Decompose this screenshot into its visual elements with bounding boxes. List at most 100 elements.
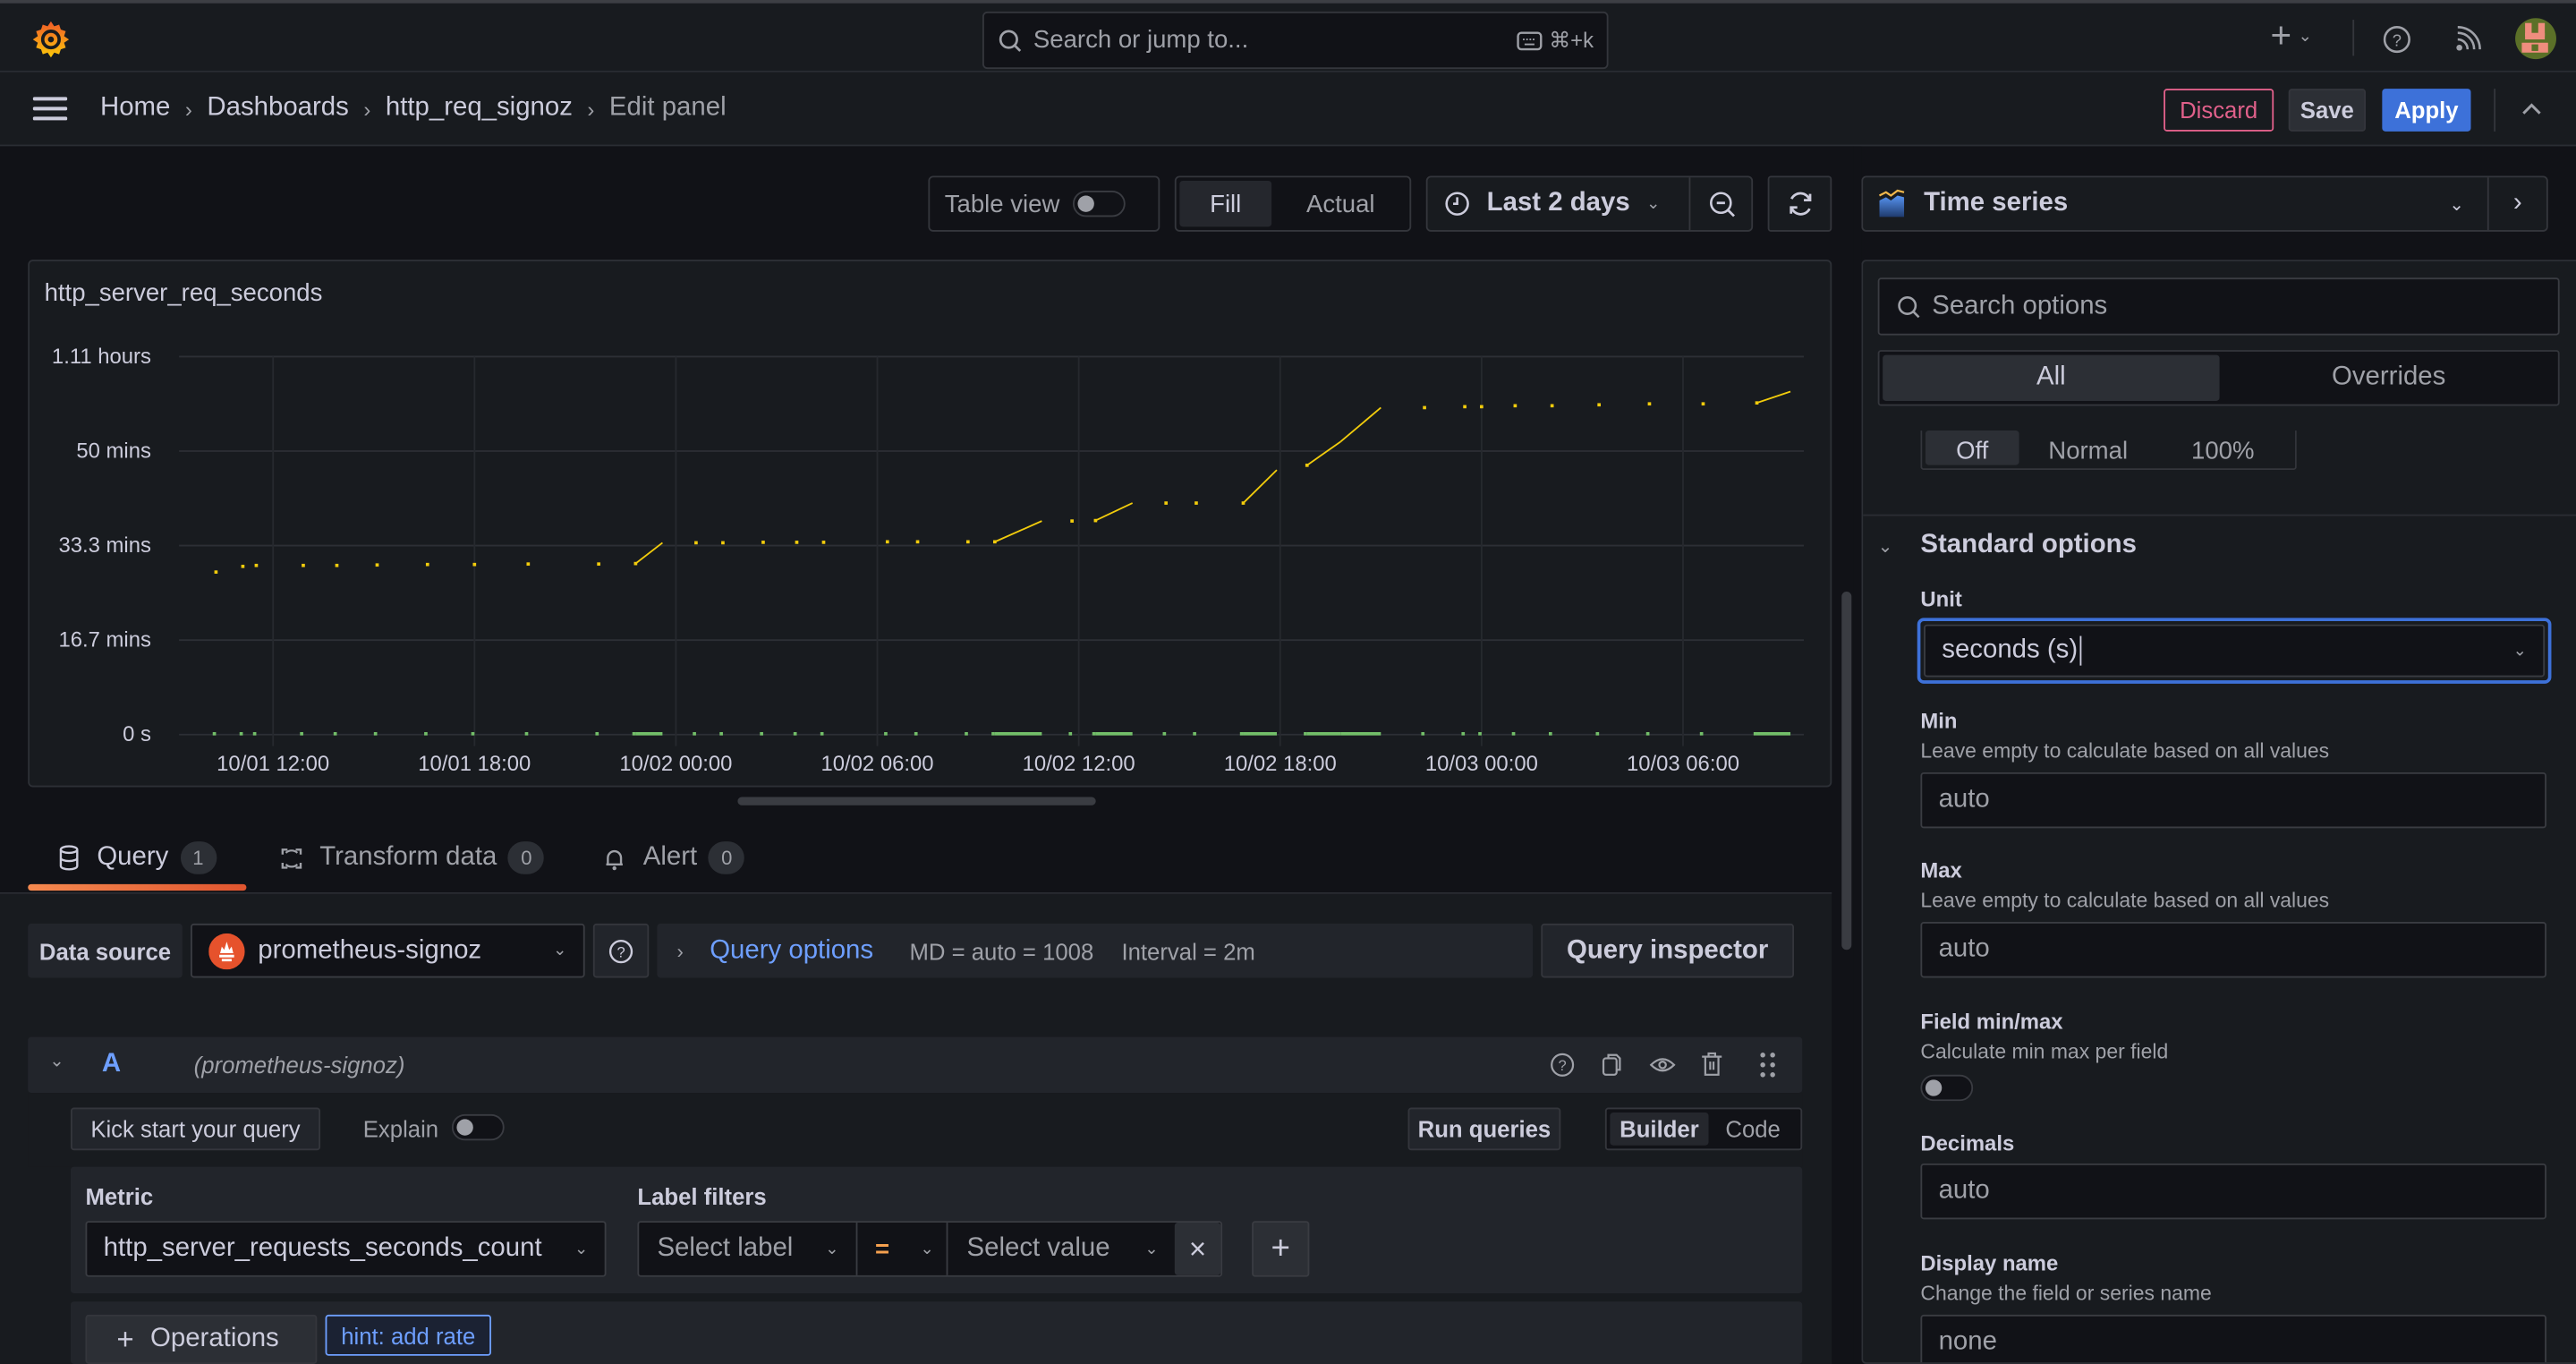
discard-button[interactable]: Discard xyxy=(2164,89,2274,132)
y-tick-label: 16.7 mins xyxy=(58,628,151,652)
stacking-100[interactable]: 100% xyxy=(2157,431,2289,465)
query-inspector-button[interactable]: Query inspector xyxy=(1541,923,1795,978)
min-input[interactable]: auto xyxy=(1920,772,2546,829)
series-point-green xyxy=(1756,731,1791,736)
stacking-normal[interactable]: Normal xyxy=(2022,431,2154,465)
news-rss-icon[interactable] xyxy=(2453,25,2482,55)
user-avatar[interactable] xyxy=(2515,18,2556,60)
save-button[interactable]: Save xyxy=(2288,89,2366,132)
metric-select[interactable]: http_server_requests_seconds_count ⌄ xyxy=(85,1221,607,1277)
refresh-button[interactable] xyxy=(1767,175,1832,232)
tab-alert[interactable]: Alert 0 xyxy=(577,833,770,882)
visualization-select[interactable]: Time series ⌄ xyxy=(1863,177,2489,231)
unit-label: Unit xyxy=(1920,586,1962,612)
chevron-right-icon: › xyxy=(676,939,684,963)
table-view-toggle[interactable]: Table view xyxy=(928,175,1160,232)
code-mode-option[interactable]: Code xyxy=(1712,1113,1794,1146)
stacking-off[interactable]: Off xyxy=(1925,431,2019,465)
series-point-green xyxy=(1239,731,1244,736)
series-point-green xyxy=(333,731,337,736)
display-name-placeholder: none xyxy=(1938,1327,1997,1356)
select-value-dropdown[interactable]: Select value ⌄ xyxy=(948,1223,1175,1275)
fill-option[interactable]: Fill xyxy=(1179,180,1272,227)
help-icon[interactable]: ? xyxy=(1549,1052,1575,1078)
drag-handle-icon[interactable] xyxy=(1759,1052,1775,1078)
series-point xyxy=(1647,402,1652,406)
select-label-dropdown[interactable]: Select label ⌄ xyxy=(639,1223,857,1275)
explain-switch[interactable] xyxy=(451,1113,505,1141)
unit-picker[interactable]: seconds (s) ⌄ xyxy=(1924,624,2546,678)
builder-mode-option[interactable]: Builder xyxy=(1610,1113,1709,1146)
eye-icon[interactable] xyxy=(1649,1052,1676,1078)
tab-transform-data[interactable]: Transform data 0 xyxy=(246,833,578,882)
options-pane: Search options All Overrides Off Normal … xyxy=(1861,260,2576,1364)
tab-query[interactable]: Query 1 xyxy=(28,833,246,891)
breadcrumb-dashboard[interactable]: http_req_signoz xyxy=(386,94,573,124)
series-line-segment xyxy=(1306,440,1341,466)
add-operation-button[interactable]: + Operations xyxy=(85,1314,318,1364)
y-tick-label: 33.3 mins xyxy=(58,533,151,558)
tab-label: Transform data xyxy=(319,842,497,872)
standard-options-header[interactable]: ⌄ Standard options xyxy=(1878,531,2137,560)
table-view-switch[interactable] xyxy=(1073,190,1126,217)
query-options-label[interactable]: Query options xyxy=(710,936,873,966)
max-input[interactable]: auto xyxy=(1920,922,2546,978)
add-filter-button[interactable]: + xyxy=(1252,1221,1310,1277)
trash-icon[interactable] xyxy=(1699,1050,1725,1078)
menu-hamburger-icon[interactable] xyxy=(32,95,68,121)
options-tabs: All Overrides xyxy=(1877,350,2560,406)
collapse-chevron-up-icon[interactable] xyxy=(2521,98,2544,118)
display-name-input[interactable]: none xyxy=(1920,1314,2546,1363)
series-point xyxy=(254,563,259,567)
query-options-row[interactable]: › Query options MD = auto = 1008 Interva… xyxy=(657,923,1534,978)
page-toolbar: Home › Dashboards › http_req_signoz › Ed… xyxy=(0,72,2576,147)
max-placeholder: auto xyxy=(1938,934,1990,963)
collapse-chevron-icon[interactable]: ⌄ xyxy=(49,1050,64,1071)
search-options-input[interactable]: Search options xyxy=(1877,277,2560,336)
field-minmax-switch[interactable] xyxy=(1920,1074,1974,1102)
time-range-button[interactable]: Last 2 days ⌄ xyxy=(1428,177,1691,231)
series-line-segment xyxy=(1339,406,1382,443)
divider xyxy=(1863,514,2576,516)
query-ref-id[interactable]: A xyxy=(102,1050,121,1079)
duplicate-icon[interactable] xyxy=(1599,1052,1625,1078)
help-icon: ? xyxy=(608,939,633,963)
data-source-picker[interactable]: prometheus-signoz ⌄ xyxy=(190,923,585,978)
global-search-input[interactable]: Search or jump to... ⌘+k xyxy=(982,11,1609,70)
decimals-input[interactable]: auto xyxy=(1920,1163,2546,1220)
series-point-green xyxy=(914,731,918,736)
run-queries-button[interactable]: Run queries xyxy=(1407,1107,1561,1151)
options-tab-all[interactable]: All xyxy=(1883,354,2220,402)
grafana-logo-icon[interactable] xyxy=(30,18,72,61)
series-point xyxy=(597,562,600,567)
zoom-out-icon[interactable] xyxy=(1709,190,1737,217)
data-source-help-button[interactable]: ? xyxy=(592,923,650,978)
min-description: Leave empty to calculate based on all va… xyxy=(1920,739,2330,763)
y-tick-label: 1.11 hours xyxy=(52,345,151,369)
apply-button[interactable]: Apply xyxy=(2382,89,2471,132)
visualization-label: Time series xyxy=(1924,189,2069,217)
kick-start-button[interactable]: Kick start your query xyxy=(70,1107,321,1151)
options-tab-overrides[interactable]: Overrides xyxy=(2223,355,2555,401)
operator-dropdown[interactable]: = ⌄ xyxy=(857,1223,949,1275)
series-point-green xyxy=(1068,731,1073,736)
toggle-options-pane-button[interactable]: › xyxy=(2489,177,2546,230)
time-series-chart[interactable]: 0 s 16.7 mins 33.3 mins 50 mins 1.11 hours 10… xyxy=(30,261,1833,789)
stacking-radio: Off Normal 100% xyxy=(1920,431,2297,471)
editor-scrollbar[interactable] xyxy=(1841,591,1852,951)
help-icon[interactable]: ? xyxy=(2382,25,2411,55)
unit-value: seconds (s) xyxy=(1942,635,2081,666)
remove-filter-button[interactable]: × xyxy=(1174,1223,1221,1275)
breadcrumb-home[interactable]: Home xyxy=(100,94,170,124)
breadcrumb-dashboards[interactable]: Dashboards xyxy=(207,94,348,124)
series-point-green xyxy=(820,731,824,736)
decimals-label: Decimals xyxy=(1920,1130,2015,1155)
series-point-green xyxy=(1304,731,1307,736)
actual-option[interactable]: Actual xyxy=(1275,181,1407,226)
select-value-placeholder: Select value xyxy=(966,1233,1110,1263)
new-menu-button[interactable]: + ⌄ xyxy=(2270,17,2311,53)
x-tick-label: 10/02 06:00 xyxy=(820,752,933,776)
hint-add-rate-button[interactable]: hint: add rate xyxy=(325,1314,491,1356)
pane-resize-handle[interactable] xyxy=(737,797,1096,806)
pane-splitter[interactable] xyxy=(1853,146,1862,1364)
